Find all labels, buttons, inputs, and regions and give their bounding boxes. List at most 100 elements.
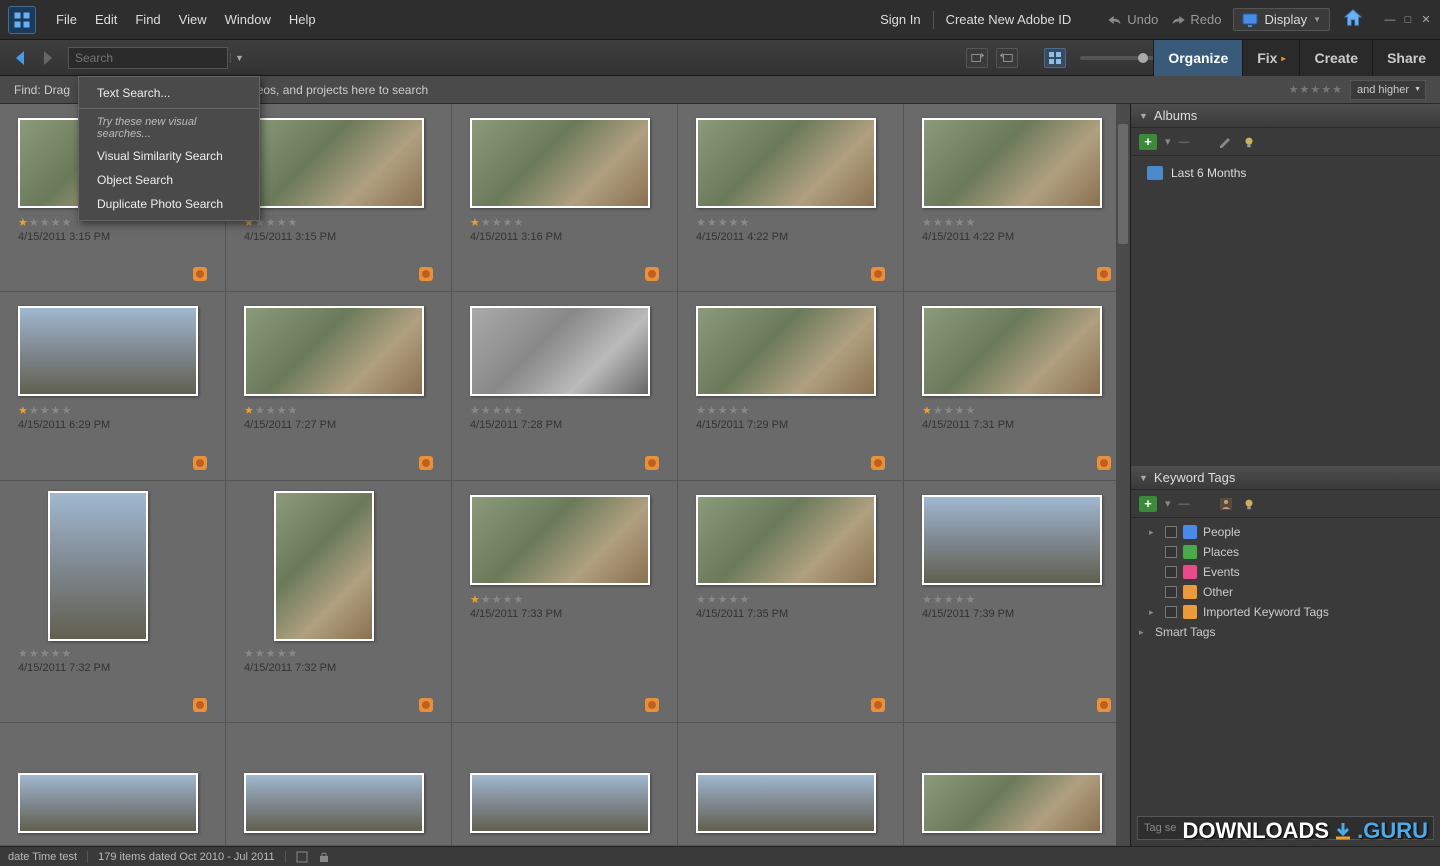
tag-badge-icon[interactable] — [419, 267, 433, 281]
display-menu-button[interactable]: Display ▼ — [1233, 8, 1330, 31]
tab-fix[interactable]: Fix▸ — [1242, 40, 1299, 76]
thumbnail-cell[interactable] — [0, 723, 226, 846]
menu-window[interactable]: Window — [225, 12, 271, 27]
thumbnail-image[interactable] — [922, 773, 1102, 833]
menu-object-search[interactable]: Object Search — [79, 168, 259, 192]
menu-find[interactable]: Find — [135, 12, 160, 27]
thumbnail-image[interactable] — [696, 118, 876, 208]
close-button[interactable]: ✕ — [1420, 14, 1432, 26]
rating-stars[interactable]: ★★★★★ — [244, 404, 433, 417]
keywords-panel-header[interactable]: ▼Keyword Tags — [1131, 466, 1440, 490]
tag-badge-icon[interactable] — [871, 267, 885, 281]
rating-filter-select[interactable]: and higher — [1350, 80, 1426, 100]
thumbnail-cell[interactable] — [452, 723, 678, 846]
rating-stars[interactable]: ★★★★★ — [922, 593, 1111, 606]
rating-stars[interactable]: ★★★★★ — [470, 593, 659, 606]
albums-panel-header[interactable]: ▼Albums — [1131, 104, 1440, 128]
rating-stars[interactable]: ★★★★★ — [696, 404, 885, 417]
bulb-icon[interactable] — [1242, 135, 1256, 149]
rotate-right-button[interactable] — [996, 48, 1018, 68]
thumbnail-image[interactable] — [470, 495, 650, 585]
tag-badge-icon[interactable] — [193, 267, 207, 281]
thumbnail-image[interactable] — [48, 491, 148, 641]
tag-badge-icon[interactable] — [193, 698, 207, 712]
rating-stars[interactable]: ★★★★★ — [244, 647, 433, 660]
thumbnail-image[interactable] — [244, 773, 424, 833]
menu-view[interactable]: View — [179, 12, 207, 27]
app-logo[interactable] — [8, 6, 36, 34]
undo-button[interactable]: Undo — [1107, 12, 1158, 27]
tag-badge-icon[interactable] — [871, 456, 885, 470]
thumbnail-cell[interactable]: ★★★★★4/15/2011 4:22 PM — [904, 104, 1130, 292]
sign-in-link[interactable]: Sign In — [880, 12, 920, 27]
tag-badge-icon[interactable] — [645, 698, 659, 712]
vertical-scrollbar[interactable] — [1116, 104, 1130, 846]
menu-help[interactable]: Help — [289, 12, 316, 27]
create-adobe-id-link[interactable]: Create New Adobe ID — [946, 12, 1072, 27]
thumbnail-image[interactable] — [696, 773, 876, 833]
tab-create[interactable]: Create — [1299, 40, 1372, 76]
rating-stars[interactable]: ★★★★★ — [18, 404, 207, 417]
keyword-other[interactable]: Other — [1135, 582, 1436, 602]
rating-stars[interactable]: ★★★★★ — [696, 216, 885, 229]
thumbnail-image[interactable] — [922, 118, 1102, 208]
smart-tags[interactable]: ▸Smart Tags — [1135, 622, 1436, 642]
tag-badge-icon[interactable] — [645, 267, 659, 281]
rotate-left-button[interactable] — [966, 48, 988, 68]
minimize-button[interactable]: — — [1384, 14, 1396, 26]
tag-badge-icon[interactable] — [871, 698, 885, 712]
menu-edit[interactable]: Edit — [95, 12, 117, 27]
menu-duplicate-search[interactable]: Duplicate Photo Search — [79, 192, 259, 216]
zoom-handle[interactable] — [1138, 53, 1148, 63]
rating-stars[interactable]: ★★★★★ — [470, 404, 659, 417]
menu-visual-similarity[interactable]: Visual Similarity Search — [79, 144, 259, 168]
thumbnail-cell[interactable]: ★★★★★4/15/2011 6:29 PM — [0, 292, 226, 480]
thumbnail-image[interactable] — [696, 495, 876, 585]
thumbnail-image[interactable] — [470, 118, 650, 208]
menu-text-search[interactable]: Text Search... — [79, 81, 259, 105]
tab-share[interactable]: Share — [1372, 40, 1440, 76]
thumbnail-image[interactable] — [696, 306, 876, 396]
rating-stars[interactable]: ★★★★★ — [696, 593, 885, 606]
rating-stars[interactable]: ★★★★★ — [244, 216, 433, 229]
albums-toolbar-drop[interactable]: ▾ — [1165, 135, 1171, 148]
thumbnail-image[interactable] — [922, 306, 1102, 396]
tab-organize[interactable]: Organize — [1153, 40, 1242, 76]
redo-button[interactable]: Redo — [1170, 12, 1221, 27]
nav-back-button[interactable] — [10, 47, 32, 69]
thumbnail-image[interactable] — [470, 773, 650, 833]
album-item[interactable]: Last 6 Months — [1139, 162, 1432, 184]
tag-badge-icon[interactable] — [645, 456, 659, 470]
thumbnail-cell[interactable]: ★★★★★4/15/2011 7:35 PM — [678, 481, 904, 723]
keyword-people[interactable]: ▸People — [1135, 522, 1436, 542]
maximize-button[interactable]: □ — [1402, 14, 1414, 26]
search-dropdown-toggle[interactable]: ▼ — [230, 53, 242, 63]
lock-icon[interactable] — [318, 851, 330, 863]
tag-badge-icon[interactable] — [419, 698, 433, 712]
keyword-imported[interactable]: ▸Imported Keyword Tags — [1135, 602, 1436, 622]
thumbnail-cell[interactable]: ★★★★★4/15/2011 7:28 PM — [452, 292, 678, 480]
search-box[interactable]: ▼ — [68, 47, 228, 69]
tag-badge-icon[interactable] — [193, 456, 207, 470]
thumbnail-cell[interactable]: ★★★★★4/15/2011 4:22 PM — [678, 104, 904, 292]
person-icon[interactable] — [1218, 496, 1234, 512]
thumbnail-cell[interactable]: ★★★★★4/15/2011 7:27 PM — [226, 292, 452, 480]
thumbnail-cell[interactable]: ★★★★★4/15/2011 7:39 PM — [904, 481, 1130, 723]
home-button[interactable] — [1342, 7, 1364, 32]
thumbnail-cell[interactable]: ★★★★★4/15/2011 7:32 PM — [0, 481, 226, 723]
thumbnail-image[interactable] — [922, 495, 1102, 585]
nav-forward-button[interactable] — [36, 47, 58, 69]
tag-badge-icon[interactable] — [419, 456, 433, 470]
thumbnail-cell[interactable]: ★★★★★4/15/2011 7:31 PM — [904, 292, 1130, 480]
search-input[interactable] — [75, 51, 230, 65]
thumbnail-image[interactable] — [18, 773, 198, 833]
thumbnail-cell[interactable]: ★★★★★4/15/2011 7:32 PM — [226, 481, 452, 723]
thumbnail-image[interactable] — [244, 118, 424, 208]
thumbnail-view-button[interactable] — [1044, 48, 1066, 68]
rating-stars[interactable]: ★★★★★ — [922, 216, 1111, 229]
status-icon[interactable] — [296, 851, 308, 863]
thumbnail-cell[interactable]: ★★★★★4/15/2011 7:29 PM — [678, 292, 904, 480]
thumbnail-image[interactable] — [470, 306, 650, 396]
edit-icon[interactable] — [1218, 134, 1234, 150]
tag-badge-icon[interactable] — [1097, 698, 1111, 712]
